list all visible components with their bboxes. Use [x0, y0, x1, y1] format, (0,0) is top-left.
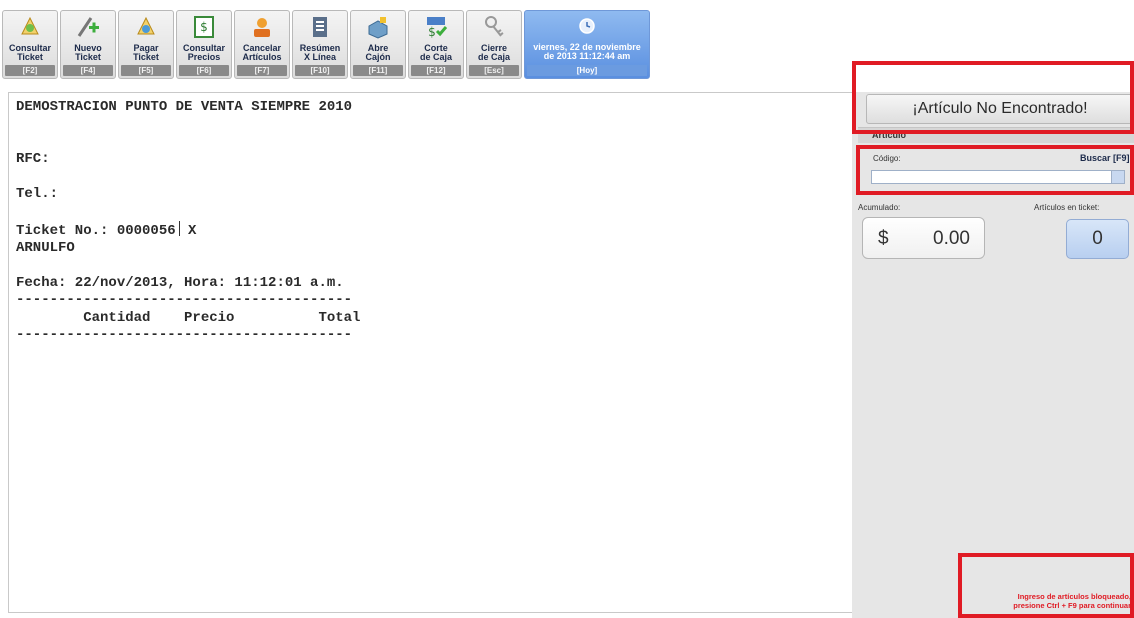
highlight-codigo — [856, 145, 1134, 195]
nuevo-ticket-button[interactable]: Nuevo Ticket [F4] — [60, 10, 116, 79]
highlight-not-found — [852, 61, 1134, 134]
cash-cut-icon: $ — [427, 17, 448, 39]
cierre-caja-button[interactable]: Cierre de Caja [Esc] — [466, 10, 522, 79]
new-ticket-icon — [77, 17, 99, 37]
svg-text:$: $ — [428, 25, 436, 39]
summary-icon — [313, 17, 327, 37]
ticket-search-icon — [21, 16, 39, 35]
ticket-body-text: X ARNULFO Fecha: 22/nov/2013, Hora: 11:1… — [16, 222, 361, 344]
cash-drawer-icon — [368, 17, 388, 39]
ticket-preview: DEMOSTRACION PUNTO DE VENTA SIEMPRE 2010… — [8, 92, 858, 613]
ticket-header-text: DEMOSTRACION PUNTO DE VENTA SIEMPRE 2010… — [16, 99, 353, 239]
highlight-blocked — [958, 553, 1134, 618]
abre-cajon-button[interactable]: Abre Cajón [F11] — [350, 10, 406, 79]
close-register-icon — [485, 16, 504, 37]
pagar-ticket-button[interactable]: Pagar Ticket [F5] — [118, 10, 174, 79]
date-time-button[interactable]: viernes, 22 de noviembre de 2013 11:12:4… — [524, 10, 650, 79]
currency-symbol: $ — [878, 228, 889, 249]
articulos-count: 0 — [1066, 219, 1129, 259]
pay-ticket-icon — [137, 16, 155, 35]
acumulado-label: Acumulado: — [858, 203, 901, 212]
corte-caja-button[interactable]: $ Corte de Caja [F12] — [408, 10, 464, 79]
cancelar-articulos-button[interactable]: Cancelar Artículos [F7] — [234, 10, 290, 79]
articulos-en-ticket-label: Artículos en ticket: — [1034, 203, 1100, 212]
cancel-items-icon — [254, 18, 270, 37]
consultar-ticket-button[interactable]: Consultar Ticket [F2] — [2, 10, 58, 79]
consultar-precios-button[interactable]: $ Consultar Precios [F6] — [176, 10, 232, 79]
toolbar: Consultar Ticket [F2] Nuevo Ticket [F4] … — [0, 10, 650, 79]
price-lookup-icon: $ — [194, 16, 214, 38]
acumulado-amount: 0.00 — [933, 228, 970, 249]
acumulado-total: $ 0.00 — [862, 217, 985, 259]
clock-icon — [579, 18, 595, 34]
svg-text:$: $ — [200, 20, 208, 34]
ticket-text: DEMOSTRACION PUNTO DE VENTA SIEMPRE 2010… — [16, 99, 360, 345]
resumen-linea-button[interactable]: Resúmen X Línea [F10] — [292, 10, 348, 79]
